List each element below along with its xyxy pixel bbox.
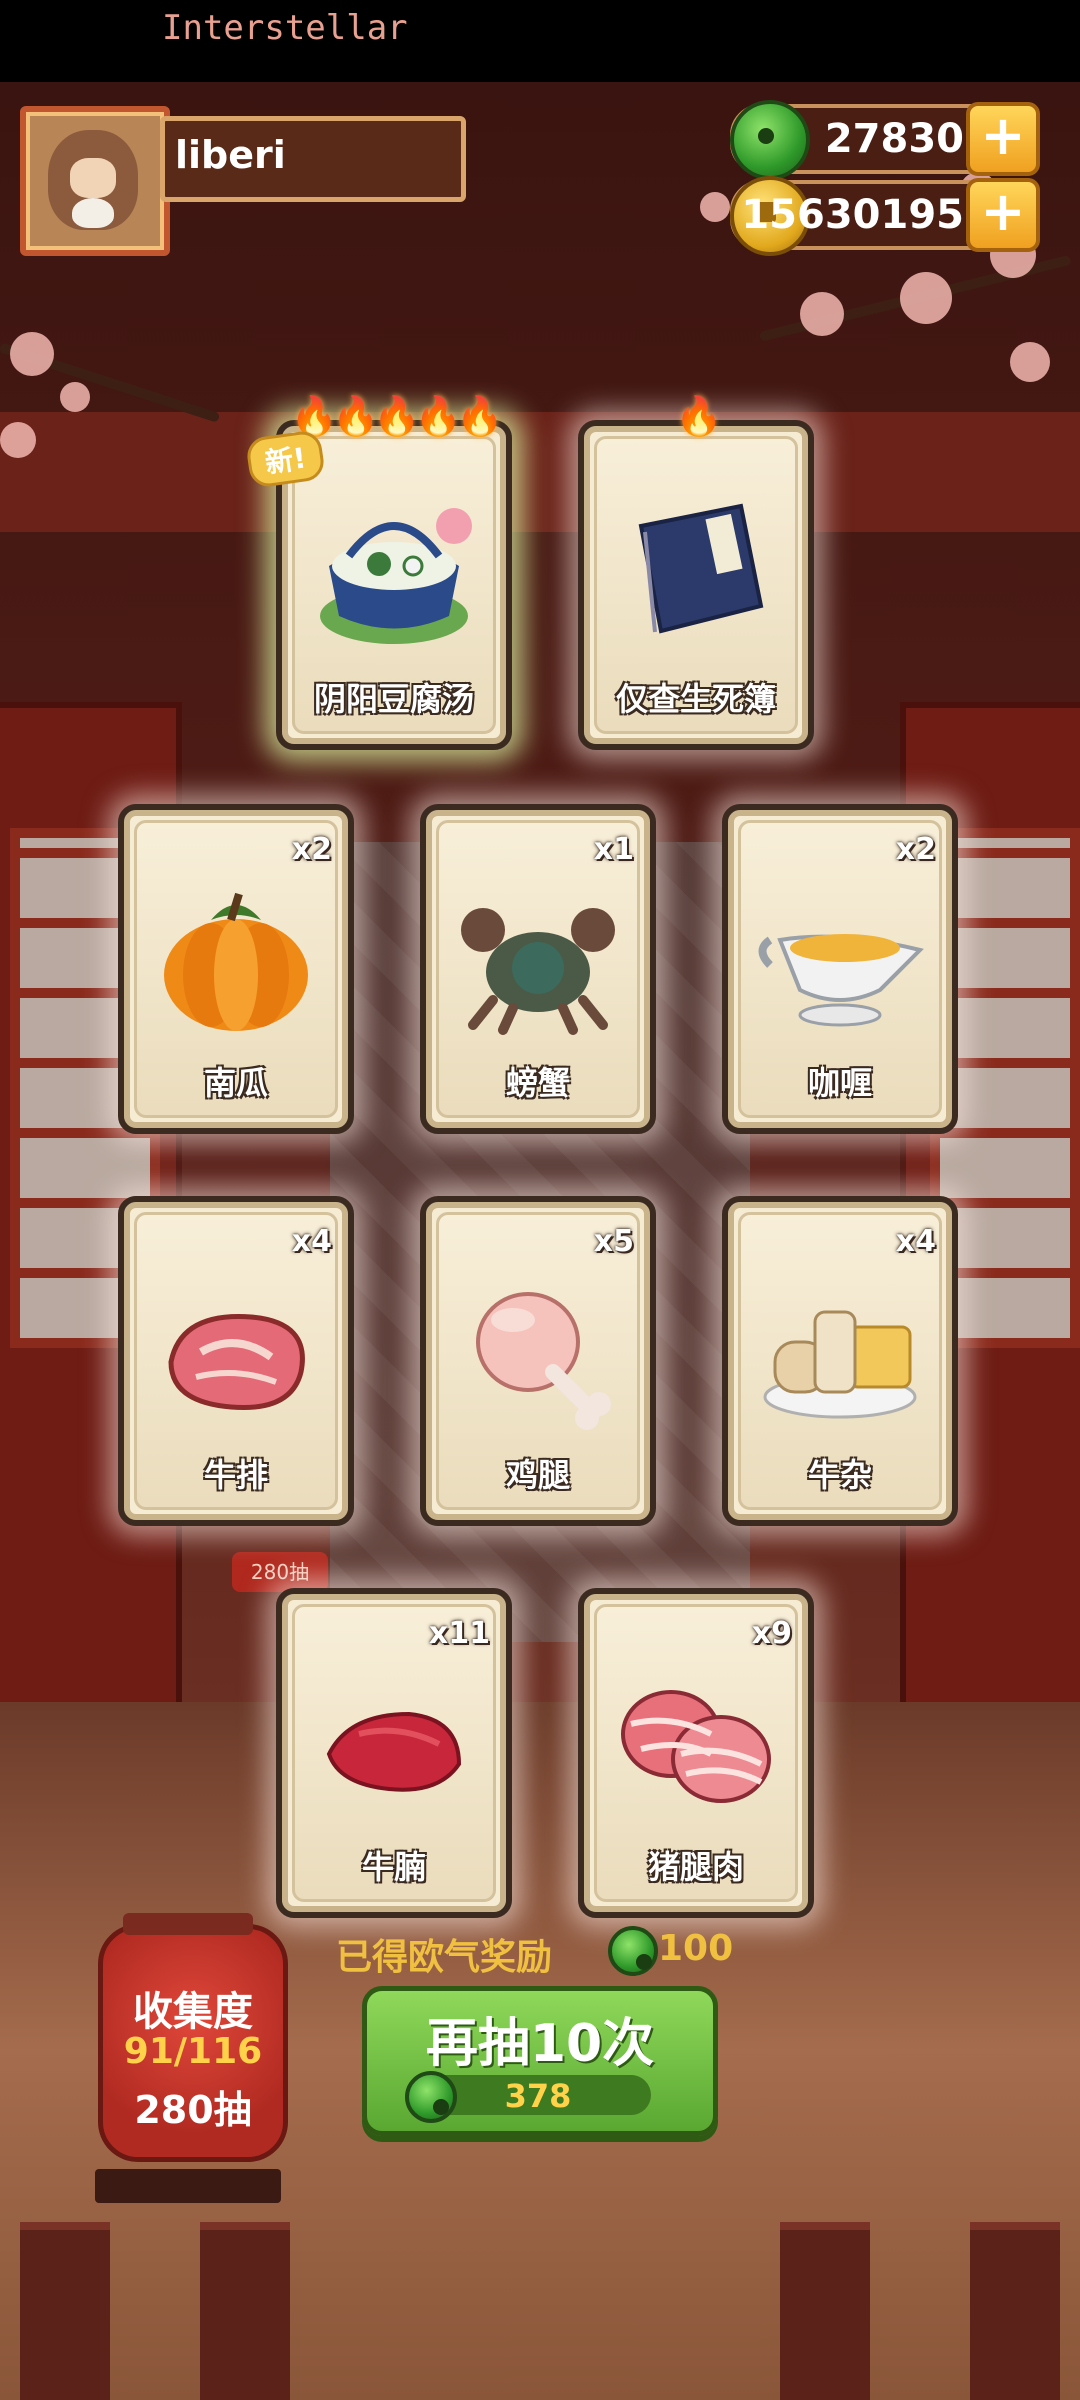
background-badge: 280抽 xyxy=(232,1552,328,1592)
wall-beam xyxy=(0,412,1080,532)
add-coin-button[interactable]: + xyxy=(966,178,1040,252)
card-steak[interactable]: x4 牛排 xyxy=(118,1196,354,1526)
ledger-book-icon xyxy=(638,503,764,634)
card-beef-offal[interactable]: x4 牛杂 xyxy=(722,1196,958,1526)
card-label: 牛杂 xyxy=(807,1456,872,1494)
card-label: 猪腿肉 xyxy=(647,1848,744,1886)
blossom xyxy=(1010,342,1050,382)
player-name: liberi xyxy=(175,133,286,177)
card-count: x5 xyxy=(593,1224,634,1259)
crab-icon xyxy=(461,908,615,1035)
draw-10-button[interactable]: 再抽10次 378 xyxy=(362,1986,718,2136)
card-count: x11 xyxy=(428,1616,490,1651)
card-label: 鸡腿 xyxy=(505,1456,570,1494)
railing-post xyxy=(780,2222,870,2400)
card-label: 螃蟹 xyxy=(505,1064,570,1102)
card-label: 阴阳豆腐汤 xyxy=(313,680,474,718)
card-label: 仅查生死簿 xyxy=(615,680,776,718)
add-jade-button[interactable]: + xyxy=(966,102,1040,176)
card-curry[interactable]: x2 咖喱 xyxy=(722,804,958,1134)
jade-icon xyxy=(730,100,810,180)
card-count: x2 xyxy=(291,832,332,867)
rarity-flames: 🔥🔥🔥🔥🔥 xyxy=(290,394,504,438)
collection-pulls: 280抽 xyxy=(134,2088,252,2132)
steak-icon xyxy=(168,1314,305,1411)
railing-post xyxy=(970,2222,1060,2400)
draw-cost: 378 xyxy=(504,2077,572,2115)
card-drumstick[interactable]: x5 鸡腿 xyxy=(420,1196,656,1526)
card-crab[interactable]: x1 螃蟹 xyxy=(420,804,656,1134)
player-avatar[interactable] xyxy=(20,106,170,256)
card-count: x2 xyxy=(895,832,936,867)
card-featured-soup[interactable]: 🔥🔥🔥🔥🔥 新! 阴阳豆腐汤 xyxy=(244,394,512,750)
status-title: Interstellar xyxy=(162,8,408,48)
card-brisket[interactable]: x11 牛腩 xyxy=(276,1588,512,1918)
jade-icon xyxy=(608,1926,658,1976)
card-count: x9 xyxy=(751,1616,792,1651)
card-label: 牛排 xyxy=(203,1456,268,1494)
jade-amount: 27830 xyxy=(824,116,964,162)
beef-offal-icon xyxy=(763,1310,917,1419)
card-featured-book[interactable]: 🔥 仅查生死簿 xyxy=(578,394,814,750)
railing-post xyxy=(200,2222,290,2400)
coin-amount: 15630195 xyxy=(741,192,964,238)
card-count: x4 xyxy=(291,1224,332,1259)
pork-slices-icon xyxy=(621,1690,771,1803)
blossom xyxy=(800,292,844,336)
card-count: x4 xyxy=(895,1224,936,1259)
coin-currency: 15630195 + xyxy=(730,176,1040,256)
draw-button-label: 再抽10次 xyxy=(425,2014,655,2074)
draw-cost-bar: 378 xyxy=(405,2071,651,2123)
drumstick-icon xyxy=(476,1292,611,1430)
card-pork-leg[interactable]: x9 猪腿肉 xyxy=(578,1588,814,1918)
collection-title: 收集度 xyxy=(133,1989,253,2035)
card-label: 南瓜 xyxy=(203,1064,268,1102)
collection-progress: 91/116 xyxy=(123,2031,263,2072)
blossom xyxy=(10,332,54,376)
collection-lantern[interactable]: 收集度 91/116 280抽 xyxy=(95,1913,288,2203)
blossom xyxy=(0,422,36,458)
reward-text: 已得欧气奖励 xyxy=(336,1937,553,1978)
card-label: 牛腩 xyxy=(361,1848,426,1886)
player-name-box[interactable]: liberi xyxy=(160,116,466,202)
tofu-soup-icon xyxy=(320,508,472,644)
jade-currency: 27830 + xyxy=(730,100,1040,180)
blossom xyxy=(60,382,90,412)
curry-boat-icon xyxy=(758,934,924,1027)
card-label: 咖喱 xyxy=(807,1064,872,1102)
card-pumpkin[interactable]: x2 南瓜 xyxy=(118,804,354,1134)
blossom xyxy=(900,272,952,324)
reward-amount: 100 xyxy=(658,1928,734,1969)
rarity-flames: 🔥 xyxy=(675,394,722,438)
status-bar: Interstellar xyxy=(0,0,1080,82)
pumpkin-icon xyxy=(164,892,308,1031)
railing-post xyxy=(20,2222,110,2400)
card-count: x1 xyxy=(593,832,634,867)
brisket-icon xyxy=(326,1711,462,1792)
blossom xyxy=(700,192,730,222)
